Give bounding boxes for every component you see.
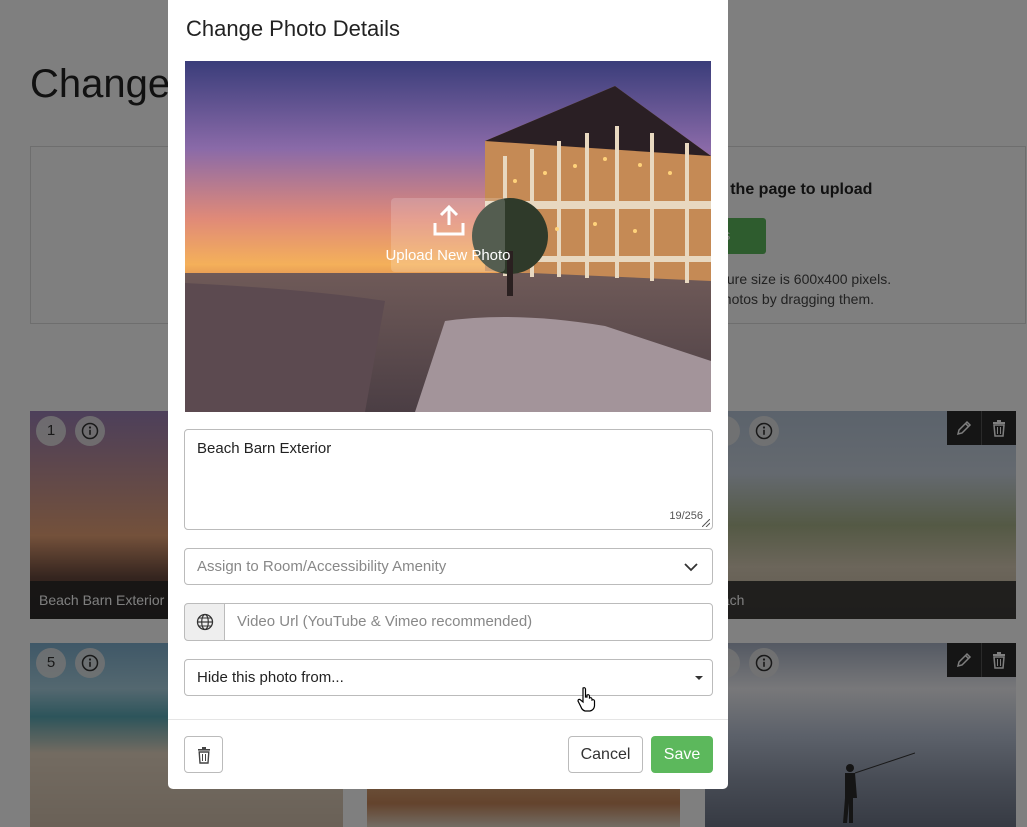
globe-icon <box>184 603 225 641</box>
caret-down-icon <box>695 676 703 680</box>
video-url-group: Video Url (YouTube & Vimeo recommended) <box>184 603 713 641</box>
hide-photo-from-dropdown[interactable]: Hide this photo from... <box>184 659 713 696</box>
video-url-placeholder: Video Url (YouTube & Vimeo recommended) <box>237 613 533 630</box>
modal-footer-divider <box>168 719 728 720</box>
upload-icon <box>433 204 465 236</box>
resize-handle-icon[interactable] <box>702 519 710 527</box>
caption-value: Beach Barn Exterior <box>197 440 332 457</box>
trash-icon <box>197 746 210 764</box>
modal-title: Change Photo Details <box>186 16 401 41</box>
assign-room-placeholder: Assign to Room/Accessibility Amenity <box>197 558 447 575</box>
delete-photo-button[interactable] <box>184 736 223 773</box>
photo-caption-textarea[interactable]: Beach Barn Exterior 19/256 <box>184 429 713 530</box>
photo-preview[interactable]: Upload New Photo <box>185 61 711 412</box>
save-button[interactable]: Save <box>651 736 713 773</box>
assign-room-select[interactable]: Assign to Room/Accessibility Amenity <box>184 548 713 585</box>
chevron-down-icon <box>684 563 698 572</box>
upload-new-photo-label: Upload New Photo <box>385 247 511 264</box>
cancel-button[interactable]: Cancel <box>568 736 643 773</box>
video-url-input[interactable]: Video Url (YouTube & Vimeo recommended) <box>224 603 713 641</box>
hide-photo-from-value: Hide this photo from... <box>197 669 344 686</box>
change-photo-details-modal: Change Photo Details Upload New Photo Be… <box>168 0 728 789</box>
character-count: 19/256 <box>669 510 703 522</box>
hand-cursor-icon <box>577 687 596 712</box>
